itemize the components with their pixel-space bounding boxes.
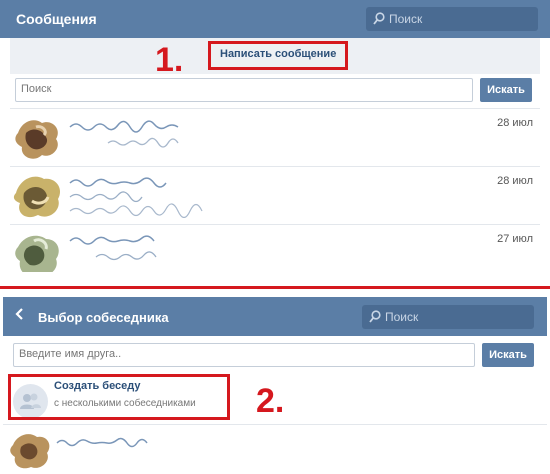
search-icon xyxy=(369,310,381,323)
choose-recipient-panel: Выбор собеседника Поиск Введите имя друг… xyxy=(0,293,550,474)
page-title: Выбор собеседника xyxy=(38,310,169,325)
friend-name-placeholder: Введите имя друга.. xyxy=(19,348,122,360)
friend-name-input[interactable]: Введите имя друга.. xyxy=(13,343,475,367)
dialog-search-input[interactable]: Поиск xyxy=(15,78,473,102)
section-divider xyxy=(0,286,550,289)
dialog-date: 28 июл xyxy=(497,117,533,129)
redacted-name xyxy=(56,437,148,448)
annotation-number-2: 2. xyxy=(256,382,285,420)
dialog-row[interactable]: 28 июл xyxy=(10,108,540,166)
redacted-name xyxy=(69,120,179,148)
dialog-row[interactable]: 27 июл xyxy=(10,224,540,272)
annotation-highlight-2 xyxy=(8,374,230,420)
page-title: Сообщения xyxy=(16,11,97,27)
header-search-placeholder: Поиск xyxy=(389,12,423,26)
redacted-name xyxy=(69,235,157,261)
avatar xyxy=(15,235,59,272)
header-search-input[interactable]: Поиск xyxy=(366,7,538,31)
search-button[interactable]: Искать xyxy=(480,78,532,102)
dialog-search-placeholder: Поиск xyxy=(21,83,52,95)
avatar xyxy=(10,434,50,469)
dialog-row[interactable]: 28 июл xyxy=(10,166,540,224)
annotation-number-1: 1. xyxy=(155,41,184,79)
header-search-input[interactable]: Поиск xyxy=(362,305,534,329)
dialog-date: 28 июл xyxy=(497,175,533,187)
chevron-left-icon[interactable] xyxy=(14,308,26,320)
avatar xyxy=(13,176,61,218)
search-button[interactable]: Искать xyxy=(482,343,534,367)
messages-panel: Сообщения Поиск 1. Написать сообщение По… xyxy=(0,0,550,272)
search-icon xyxy=(373,12,385,25)
avatar xyxy=(15,120,58,159)
dialog-date: 27 июл xyxy=(497,233,533,245)
friend-row[interactable] xyxy=(3,424,547,474)
redacted-name xyxy=(69,177,203,218)
annotation-highlight-1 xyxy=(208,41,348,70)
header-search-placeholder: Поиск xyxy=(385,310,419,324)
